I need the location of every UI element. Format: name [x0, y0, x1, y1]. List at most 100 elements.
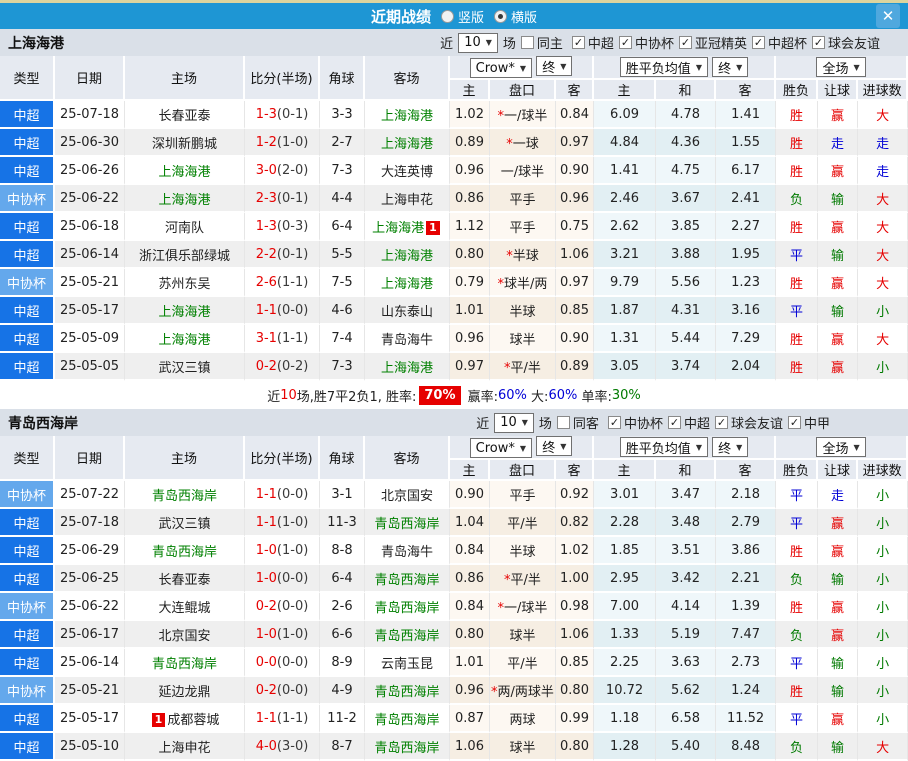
close-button[interactable]: ✕	[876, 4, 900, 28]
odds-provider-select[interactable]: Crow* ▼	[469, 58, 533, 78]
result-cell: 平	[776, 705, 819, 733]
home-team-name: 青岛西海岸	[151, 544, 217, 560]
chevron-down-icon: ▼	[853, 62, 860, 72]
avg-home-cell: 4.84	[594, 129, 657, 157]
away-team-name: 青岛西海岸	[374, 628, 440, 644]
odds-provider-select[interactable]: Crow* ▼	[469, 438, 533, 458]
odds-home-cell: 0.86	[450, 185, 490, 213]
halftime-score: (1-1)	[276, 710, 309, 726]
corner-cell: 3-3	[320, 101, 365, 129]
odds-final-select[interactable]: 终 ▼	[536, 56, 573, 76]
avg-home-cell: 10.72	[594, 677, 657, 705]
league-filter-checkbox[interactable]: ✓ 亚冠精英	[678, 33, 747, 52]
avg-draw-cell: 3.63	[656, 649, 717, 677]
league-filter-checkbox[interactable]: ✓ 中甲	[787, 413, 830, 432]
avg-away-cell: 2.79	[716, 509, 777, 537]
odds-away-cell: 0.97	[556, 129, 595, 157]
goals-result-cell: 小	[858, 353, 908, 381]
match-row: 中超 25-05-17 1 成都蓉城 1-1(1-1) 11-2 青岛西海岸 0.87 两球 0.…	[0, 705, 908, 733]
avg-odds-select[interactable]: 胜平负均值 ▼	[619, 437, 708, 457]
handicap-result-cell: 赢	[818, 157, 859, 185]
league-filter-checkbox[interactable]: ✓ 球会友谊	[714, 413, 783, 432]
score-cell: 1-3(0-1)	[245, 101, 320, 129]
handicap-result-cell: 赢	[818, 101, 859, 129]
halftime-score: (0-0)	[276, 654, 309, 670]
away-team-name: 青岛西海岸	[374, 712, 440, 728]
score-cell: 3-0(2-0)	[245, 157, 320, 185]
league-filter-label: 球会友谊	[827, 37, 880, 52]
fulltime-score: 0-0	[255, 654, 277, 670]
col-type: 类型	[0, 56, 55, 101]
avg-away-cell: 3.86	[716, 537, 777, 565]
sub-goals: 进球数	[858, 80, 908, 101]
scope-select[interactable]: 全场 ▼	[816, 437, 866, 457]
odds-final-select[interactable]: 终 ▼	[536, 436, 573, 456]
away-team-name: 青岛西海岸	[374, 572, 440, 588]
checkbox-checked-icon: ✓	[607, 416, 621, 429]
corner-cell: 4-4	[320, 185, 365, 213]
odds-home-cell: 1.12	[450, 213, 490, 241]
layout-horizontal-label: 横版	[511, 10, 538, 26]
sub-avg-draw: 和	[656, 460, 717, 481]
stats-summary: 近 10 场,胜7平2负1, 胜率: 70% 赢率: 60% 大: 60% 单率: 30%	[0, 381, 908, 409]
avg-odds-select[interactable]: 胜平负均值 ▼	[619, 57, 708, 77]
sub-result: 胜负	[776, 460, 819, 481]
handicap-name: 两球	[509, 712, 536, 728]
result-cell: 胜	[776, 353, 819, 381]
league-filter-checkbox[interactable]: ✓ 中超杯	[751, 33, 807, 52]
home-team-name: 延边龙鼎	[158, 684, 211, 700]
away-team-cell: 上海海港	[365, 353, 450, 381]
away-team-cell: 青岛西海岸	[365, 677, 450, 705]
league-filter-checkbox[interactable]: ✓ 中超	[571, 33, 614, 52]
result-cell: 平	[776, 241, 819, 269]
match-type-cell: 中超	[0, 733, 55, 761]
home-team-name: 上海海港	[158, 164, 211, 180]
home-team-cell: 北京国安	[125, 621, 245, 649]
league-filter-checkbox[interactable]: ✓ 球会友谊	[811, 33, 880, 52]
handicap-name: 一球	[512, 136, 539, 152]
away-team-name: 上海海港	[380, 360, 433, 376]
avg-draw-cell: 5.19	[656, 621, 717, 649]
avg-home-cell: 1.41	[594, 157, 657, 185]
odds-away-cell: 0.84	[556, 101, 595, 129]
league-filter-checkbox[interactable]: ✓ 中协杯	[607, 413, 663, 432]
result-cell: 胜	[776, 677, 819, 705]
chevron-down-icon: ▼	[519, 443, 527, 453]
handicap-cell: *两/两球半	[490, 677, 556, 705]
scope-select[interactable]: 全场 ▼	[816, 57, 866, 77]
avg-final-select[interactable]: 终 ▼	[712, 437, 749, 457]
layout-horizontal-radio[interactable]: 横版	[494, 7, 537, 26]
date-cell: 25-07-22	[55, 481, 125, 509]
team-filter-bar: 上海海港 近 10 ▼ 场 同主 ✓ 中超 ✓ 中协杯 ✓ 亚冠精英 ✓ 中超杯 ✓ 球会友谊	[0, 29, 908, 56]
title-bar: 近期战绩 竖版 横版 ✕	[0, 3, 908, 29]
fulltime-score: 1-0	[255, 626, 277, 642]
league-filter-checkbox[interactable]: ✓ 中协杯	[618, 33, 674, 52]
odds-away-cell: 0.85	[556, 649, 595, 677]
away-team-name: 北京国安	[380, 488, 433, 504]
result-cell: 胜	[776, 593, 819, 621]
col-corner: 角球	[320, 436, 365, 481]
games-count-select[interactable]: 10 ▼	[494, 412, 534, 433]
home-team-cell: 大连鲲城	[125, 593, 245, 621]
odds-home-cell: 0.96	[450, 325, 490, 353]
fulltime-score: 1-1	[255, 514, 277, 530]
chevron-down-icon: ▼	[695, 442, 702, 452]
corner-cell: 4-9	[320, 677, 365, 705]
chevron-down-icon: ▼	[521, 418, 528, 427]
same-venue-checkbox[interactable]: 同主	[520, 33, 563, 52]
page-title: 近期战绩	[370, 7, 431, 26]
sub-avg-away: 客	[716, 80, 777, 101]
match-row: 中协杯 25-06-22 大连鲲城 0-2(0-0) 2-6 青岛西海岸 0.84 *一/球半…	[0, 593, 908, 621]
home-team-cell: 上海海港	[125, 185, 245, 213]
same-venue-checkbox[interactable]: 同客	[556, 413, 599, 432]
score-cell: 1-0(1-0)	[245, 537, 320, 565]
league-filter-checkbox[interactable]: ✓ 中超	[667, 413, 710, 432]
handicap-result-cell: 赢	[818, 325, 859, 353]
layout-vertical-radio[interactable]: 竖版	[440, 7, 484, 26]
handicap-cell: *球半/两	[490, 269, 556, 297]
match-row: 中超 25-05-17 上海海港 1-1(0-0) 4-6 山东泰山 1.01 半球 0.85 1…	[0, 297, 908, 325]
avg-final-select[interactable]: 终 ▼	[712, 57, 749, 77]
games-count-select[interactable]: 10 ▼	[458, 32, 498, 53]
result-cell: 负	[776, 621, 819, 649]
avg-home-cell: 9.79	[594, 269, 657, 297]
